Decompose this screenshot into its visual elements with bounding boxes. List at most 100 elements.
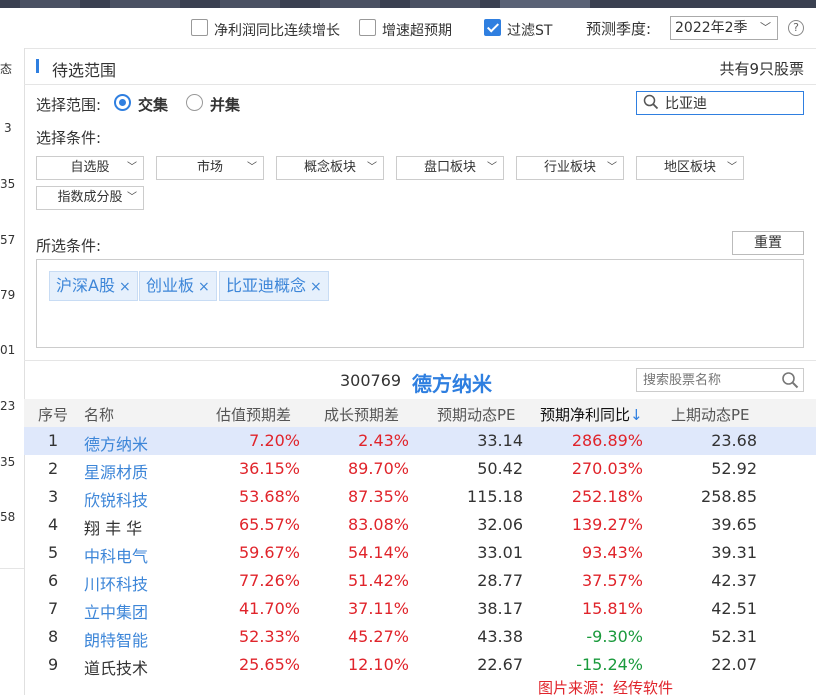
stock-name-cell[interactable]: 朗特智能 xyxy=(84,627,148,651)
stock-search-input[interactable] xyxy=(643,371,773,389)
left-col-item: 态 xyxy=(0,62,13,76)
valuation-gap-cell: 52.33% xyxy=(238,627,300,646)
table-row[interactable]: 9 道氏技术 25.65% 12.10% 22.67 -15.24% 22.07 xyxy=(24,651,816,679)
dropdown-market[interactable]: 市场 ﹀ xyxy=(156,156,264,180)
filter-st-label: 过滤ST xyxy=(507,23,553,39)
season-label: 预测季度: xyxy=(586,20,652,38)
expected-pe-cell: 43.38 xyxy=(477,627,523,646)
chevron-down-icon: ﹀ xyxy=(487,162,497,173)
scope-label: 选择范围: xyxy=(36,96,102,114)
last-pe-cell: 258.85 xyxy=(701,487,757,506)
dropdown-industry[interactable]: 行业板块 ﹀ xyxy=(516,156,624,180)
table-row[interactable]: 1 德方纳米 7.20% 2.43% 33.14 286.89% 23.68 xyxy=(24,427,816,455)
expected-net-profit-cell: 139.27% xyxy=(571,515,643,534)
dropdown-board[interactable]: 盘口板块 ﹀ xyxy=(396,156,504,180)
close-icon[interactable]: × xyxy=(119,279,131,295)
selected-conditions-box: 沪深A股 × 创业板 × 比亚迪概念 × xyxy=(36,259,804,348)
expected-net-profit-cell: -9.30% xyxy=(586,627,643,646)
valuation-gap-cell: 65.57% xyxy=(238,515,300,534)
stock-name-cell[interactable]: 德方纳米 xyxy=(84,431,148,455)
tab-segment[interactable] xyxy=(220,0,280,8)
table-row[interactable]: 3 欣锐科技 53.68% 87.35% 115.18 252.18% 258.85 xyxy=(24,483,816,511)
row-index: 8 xyxy=(48,627,59,646)
stock-name-cell[interactable]: 川环科技 xyxy=(84,571,148,595)
expected-pe-cell: 32.06 xyxy=(477,515,523,534)
row-index: 2 xyxy=(48,459,59,478)
row-index: 3 xyxy=(48,487,59,506)
exceed-expectation-label: 增速超预期 xyxy=(382,23,452,39)
col-header-expected-pe[interactable]: 预期动态PE xyxy=(437,404,516,425)
season-select[interactable]: 2022年2季 ﹀ xyxy=(670,16,778,40)
stock-search-box[interactable] xyxy=(636,368,804,392)
tab-segment-active[interactable] xyxy=(500,0,590,8)
col-header-expected-net-profit[interactable]: 预期净利同比↓ xyxy=(540,404,643,425)
stock-name-cell[interactable]: 道氏技术 xyxy=(84,655,148,679)
stock-name-cell[interactable]: 欣锐科技 xyxy=(84,487,148,511)
stock-name-cell[interactable]: 立中集团 xyxy=(84,599,148,623)
growth-gap-cell: 87.35% xyxy=(347,487,409,506)
search-icon[interactable] xyxy=(781,371,799,393)
tag-label: 比亚迪概念 xyxy=(226,276,307,295)
row-index: 4 xyxy=(48,515,59,534)
panel-header: 待选范围 共有9只股票 xyxy=(24,48,816,85)
scope-union-label[interactable]: 并集 xyxy=(210,94,240,115)
concept-search-input[interactable] xyxy=(665,94,795,112)
top-tab-strip xyxy=(0,0,816,8)
dropdown-label: 盘口板块 xyxy=(423,160,476,175)
tag-label: 沪深A股 xyxy=(56,276,115,295)
condition-tag: 比亚迪概念 × xyxy=(219,271,329,301)
scope-intersection-radio[interactable] xyxy=(114,94,131,111)
last-pe-cell: 22.07 xyxy=(711,655,757,674)
last-pe-cell: 39.65 xyxy=(711,515,757,534)
table-row[interactable]: 4 翔 丰 华 65.57% 83.08% 32.06 139.27% 39.65 xyxy=(24,511,816,539)
expected-pe-cell: 50.42 xyxy=(477,459,523,478)
col-header-valuation-gap[interactable]: 估值预期差 xyxy=(216,404,291,425)
expected-net-profit-cell: 252.18% xyxy=(571,487,643,506)
col-header-name[interactable]: 名称 xyxy=(84,404,114,425)
current-stock-name[interactable]: 德方纳米 xyxy=(412,368,492,397)
concept-search-box[interactable] xyxy=(636,91,804,115)
table-row[interactable]: 6 川环科技 77.26% 51.42% 28.77 37.57% 42.37 xyxy=(24,567,816,595)
growth-gap-cell: 45.27% xyxy=(347,627,409,646)
stock-name-cell[interactable]: 中科电气 xyxy=(84,543,148,567)
valuation-gap-cell: 25.65% xyxy=(238,655,300,674)
conditions-label: 选择条件: xyxy=(36,129,102,147)
growth-gap-cell: 51.42% xyxy=(347,571,409,590)
scope-intersection-label[interactable]: 交集 xyxy=(138,94,168,115)
dropdown-label: 行业板块 xyxy=(543,160,596,175)
table-row[interactable]: 7 立中集团 41.70% 37.11% 38.17 15.81% 42.51 xyxy=(24,595,816,623)
left-col-item: 57 xyxy=(0,233,16,247)
row-index: 5 xyxy=(48,543,59,562)
growth-gap-cell: 2.43% xyxy=(358,431,409,450)
dropdown-region[interactable]: 地区板块 ﹀ xyxy=(636,156,744,180)
col-header-index[interactable]: 序号 xyxy=(38,404,68,425)
tab-segment[interactable] xyxy=(110,0,180,8)
exceed-expectation-checkbox[interactable] xyxy=(359,19,376,36)
table-row[interactable]: 2 星源材质 36.15% 89.70% 50.42 270.03% 52.92 xyxy=(24,455,816,483)
expected-net-profit-cell: 270.03% xyxy=(571,459,643,478)
stock-name-cell[interactable]: 星源材质 xyxy=(84,459,148,483)
condition-tag: 创业板 × xyxy=(139,271,217,301)
profit-growth-checkbox[interactable] xyxy=(191,19,208,36)
tab-segment[interactable] xyxy=(320,0,380,8)
stock-name-cell[interactable]: 翔 丰 华 xyxy=(84,515,142,539)
last-pe-cell: 52.31 xyxy=(711,627,757,646)
col-header-last-pe[interactable]: 上期动态PE xyxy=(671,404,750,425)
close-icon[interactable]: × xyxy=(198,279,210,295)
col-header-growth-gap[interactable]: 成长预期差 xyxy=(324,404,399,425)
scope-union-radio[interactable] xyxy=(186,94,203,111)
help-icon[interactable]: ? xyxy=(788,20,804,36)
dropdown-label: 自选股 xyxy=(70,160,110,175)
close-icon[interactable]: × xyxy=(310,279,322,295)
dropdown-index-constituents[interactable]: 指数成分股 ﹀ xyxy=(36,186,144,210)
condition-tag: 沪深A股 × xyxy=(49,271,138,301)
dropdown-concept[interactable]: 概念板块 ﹀ xyxy=(276,156,384,180)
expected-pe-cell: 22.67 xyxy=(477,655,523,674)
table-row[interactable]: 8 朗特智能 52.33% 45.27% 43.38 -9.30% 52.31 xyxy=(24,623,816,651)
tab-segment[interactable] xyxy=(20,0,80,8)
filter-st-checkbox[interactable] xyxy=(484,19,501,36)
tab-segment[interactable] xyxy=(410,0,480,8)
reset-button[interactable]: 重置 xyxy=(732,231,804,255)
table-row[interactable]: 5 中科电气 59.67% 54.14% 33.01 93.43% 39.31 xyxy=(24,539,816,567)
dropdown-watchlist[interactable]: 自选股 ﹀ xyxy=(36,156,144,180)
